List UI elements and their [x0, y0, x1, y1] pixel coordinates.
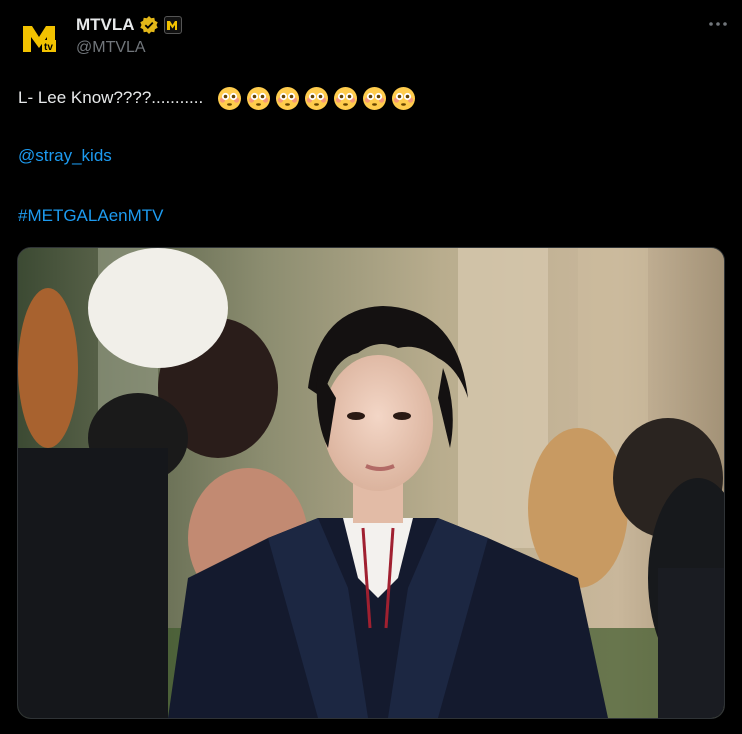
display-name[interactable]: MTVLA: [76, 15, 135, 35]
flushed-face-emoji: [217, 86, 242, 111]
tweet-body-text: L- Lee Know????...........: [18, 88, 204, 107]
flushed-face-emoji: [275, 86, 300, 111]
svg-text:tv: tv: [44, 42, 53, 53]
affiliate-badge-icon[interactable]: [163, 16, 182, 34]
flushed-face-emoji: [333, 86, 358, 111]
hashtag-link[interactable]: #METGALAenMTV: [18, 206, 164, 226]
mtv-logo-icon: tv: [22, 23, 58, 53]
flushed-face-emoji: [391, 86, 416, 111]
verified-badge-icon[interactable]: [139, 15, 159, 35]
mention-link[interactable]: @stray_kids: [18, 146, 112, 166]
photo-illustration: [18, 248, 724, 718]
avatar[interactable]: tv: [18, 16, 62, 60]
flushed-face-emoji: [246, 86, 271, 111]
flushed-face-emoji: [304, 86, 329, 111]
tweet-header: tv MTVLA @MTVLA: [18, 12, 730, 62]
tweet-text: L- Lee Know????...........: [18, 86, 718, 110]
account-handle[interactable]: @MTVLA: [76, 39, 182, 57]
emoji-row: [217, 86, 420, 111]
more-options-icon[interactable]: [706, 14, 730, 34]
tweet-photo[interactable]: [17, 247, 725, 719]
flushed-face-emoji: [362, 86, 387, 111]
